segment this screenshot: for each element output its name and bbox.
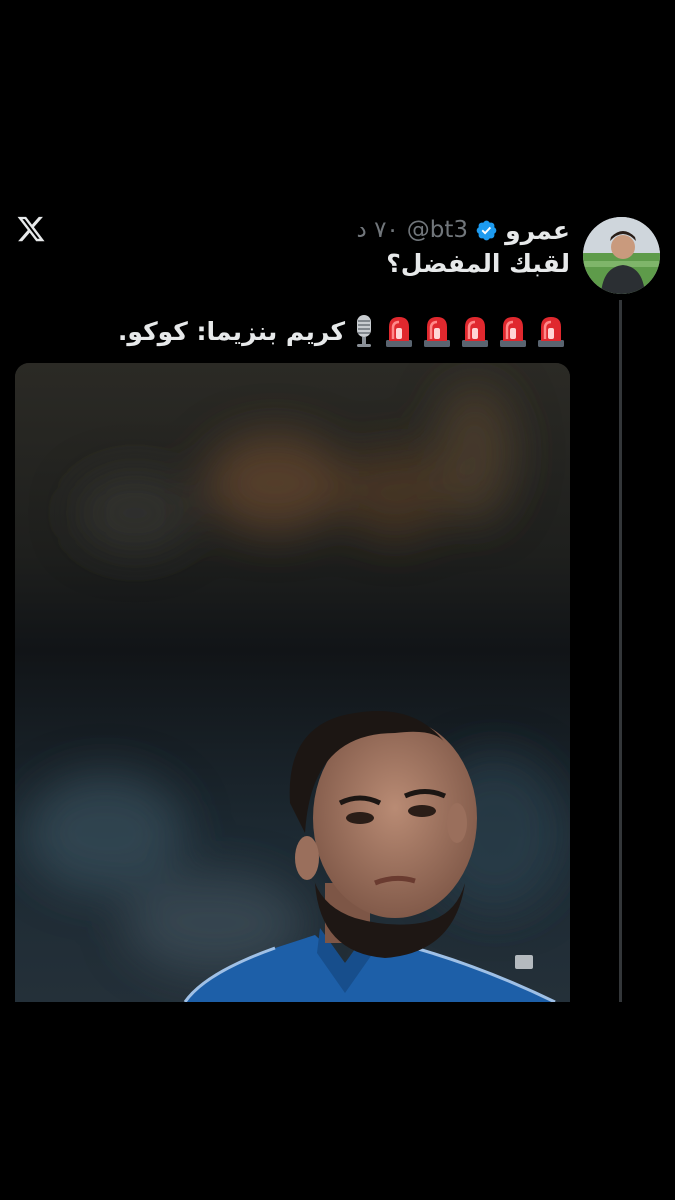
tweet-meta: @bt3 ٧٠ د [357,217,469,243]
police-siren-icon [462,317,488,347]
tweet-screen: عمرو @bt3 ٧٠ د لقبك المفضل؟ كريم بنزيما:… [0,0,675,1200]
police-siren-icon [538,317,564,347]
x-logo-icon[interactable] [16,214,46,244]
avatar-photo [583,217,660,294]
police-siren-icon [386,317,412,347]
tweet-media-photo[interactable] [15,363,570,1002]
quote-headline: كريم بنزيما: كوكو. [118,313,567,349]
studio-microphone-icon [357,315,371,347]
tweet-text: لقبك المفضل؟ [386,249,570,278]
tweet-header: عمرو @bt3 ٧٠ د [357,212,570,248]
avatar[interactable] [583,217,660,294]
watermark-logo [515,955,533,969]
siren-row [383,313,567,349]
player-photo [15,363,570,1002]
verified-badge-icon [476,220,497,240]
thread-line [619,300,622,1002]
handle[interactable]: @bt3 [407,217,468,243]
police-siren-icon [500,317,526,347]
police-siren-icon [424,317,450,347]
headline-text: كريم بنزيما: كوكو. [117,316,345,346]
display-name[interactable]: عمرو [505,216,570,245]
timestamp[interactable]: ٧٠ د [357,217,399,243]
